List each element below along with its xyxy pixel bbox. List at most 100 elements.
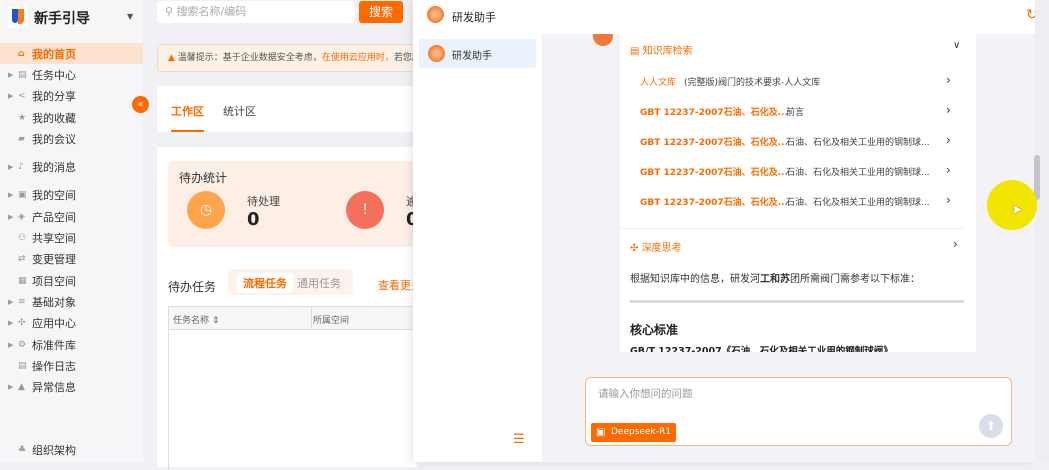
conversation-item[interactable]: 研发助手: [419, 39, 536, 68]
knowledge-search-header[interactable]: ▤ 知识库检索: [630, 42, 693, 57]
chevron-right-icon[interactable]: ›: [946, 133, 951, 147]
warning-icon: ▲: [168, 53, 175, 63]
sidebar-item-5[interactable]: ▰ 我的会议: [0, 128, 143, 149]
expand-icon[interactable]: ▶: [8, 71, 18, 79]
expand-icon[interactable]: ▶: [8, 319, 18, 327]
chat-input[interactable]: 请输入你想问的问题 Deepseek-R1 ⬆: [585, 377, 1012, 446]
star-icon: ★: [18, 112, 27, 123]
knowledge-reference[interactable]: 人人文库 (完整版)阀门的技术要求-人人文库 ›: [640, 73, 960, 91]
mouse-cursor-icon: ➤: [1011, 202, 1023, 218]
users-icon: ⚇: [18, 233, 27, 244]
log-icon: ▤: [18, 360, 27, 371]
video-icon: ▰: [18, 133, 25, 144]
sidebar-item-6[interactable]: ▶ ♪ 我的消息: [0, 156, 143, 177]
scrollbar[interactable]: [1034, 155, 1040, 200]
sidebar-item-8[interactable]: ▶ ◈ 产品空间: [0, 206, 143, 227]
sidebar-nav: ⌂ 我的首页 ▶ ▤ 任务中心 ▶ < 我的分享 ★ 我的收藏 ▰ 我的会议 ▶ ♪ 我的消息 ▶ ▣ 我的空间 ▶…: [0, 43, 143, 398]
bot-icon: [428, 45, 445, 62]
todo-stats: 待办统计 ◷ 待处理 0 ! 逾 0: [168, 161, 428, 247]
sort-icon[interactable]: ⇕: [212, 316, 220, 326]
task-type-switch: 流程任务 通用任务: [228, 269, 353, 295]
brand-title[interactable]: 新手引导: [34, 8, 90, 28]
column-task-name[interactable]: 任务名称 ⇕: [173, 313, 219, 326]
chevron-right-icon[interactable]: ›: [953, 237, 958, 251]
search-input[interactable]: ⚲ 搜索名称/编码: [157, 1, 355, 23]
sidebar: 新手引导 ▼ ⌂ 我的首页 ▶ ▤ 任务中心 ▶ < 我的分享 ★ 我的收藏 ▰ 我的会议 ▶ ♪ 我的消息…: [0, 0, 143, 462]
expand-icon[interactable]: ▶: [8, 341, 18, 349]
workspace-tabs: 工作区 统计区: [157, 86, 417, 132]
sidebar-item-4[interactable]: ★ 我的收藏: [0, 107, 143, 128]
tab-statistics[interactable]: 统计区: [223, 103, 256, 119]
project-icon: ▦: [18, 275, 27, 286]
answer-text: 根据知识库中的信息，研发河工和苏团所需阀门需参考以下标准：: [630, 274, 920, 285]
chevron-down-icon[interactable]: ▼: [127, 12, 133, 21]
sidebar-item-2[interactable]: ▶ ▤ 任务中心: [0, 64, 143, 85]
collapse-sidebar-button[interactable]: «: [132, 96, 149, 113]
chevron-right-icon[interactable]: ›: [946, 163, 951, 177]
answer-heading: 核心标准: [630, 323, 679, 337]
stats-title: 待办统计: [179, 171, 228, 185]
home-icon: ⌂: [18, 48, 25, 59]
chevron-right-icon[interactable]: ›: [946, 103, 951, 117]
knowledge-reference[interactable]: GBT 12237-2007石油、石化及... 石油、石化及相关工业用的钢制球..…: [640, 193, 960, 211]
sidebar-item-9[interactable]: ⚇ 共享空间: [0, 227, 143, 248]
page-edge: [1035, 0, 1049, 462]
layers-icon: ≋: [18, 296, 26, 307]
expand-icon[interactable]: ▶: [8, 163, 18, 171]
menu-icon[interactable]: ☰: [513, 432, 525, 447]
sidebar-item-16[interactable]: ▶ ▲ 异常信息: [0, 376, 143, 397]
tab-process-tasks[interactable]: 流程任务: [237, 273, 293, 293]
expand-icon[interactable]: ▶: [8, 191, 18, 199]
sidebar-item-11[interactable]: ▦ 项目空间: [0, 270, 143, 291]
expand-icon[interactable]: ▶: [8, 213, 18, 221]
table-header: 任务名称 ⇕ 所属空间: [168, 306, 428, 330]
sidebar-item-10[interactable]: ⇄ 变更管理: [0, 249, 143, 270]
notice-banner: ▲ 温馨提示：基于企业数据安全考虑，在使用云应用时，若您超过: [157, 44, 417, 72]
knowledge-reference[interactable]: GBT 12237-2007石油、石化及... 石油、石化及相关工业用的钢制球..…: [640, 163, 960, 181]
cube-icon: ◈: [18, 211, 25, 222]
pending-icon: ◷: [187, 191, 225, 229]
sidebar-item-12[interactable]: ▶ ≋ 基础对象: [0, 291, 143, 312]
search-button[interactable]: 搜索: [359, 1, 403, 23]
tab-workspace[interactable]: 工作区: [171, 103, 204, 132]
pending-label: 待处理: [247, 195, 280, 208]
table-body: [168, 330, 428, 470]
expand-icon[interactable]: ▶: [8, 298, 18, 306]
column-space: 所属空间: [313, 316, 350, 326]
work-area: 待办统计 ◷ 待处理 0 ! 逾 0 待办任务 流程任务 通用任务 查看更多 任…: [157, 147, 428, 470]
bot-icon: [427, 6, 444, 23]
conversation-list: 研发助手 ☰: [413, 34, 542, 462]
tab-general-tasks[interactable]: 通用任务: [297, 275, 341, 291]
sidebar-item-13[interactable]: ▶ ✣ 应用中心: [0, 313, 143, 334]
send-button[interactable]: ⬆: [979, 414, 1003, 438]
sidebar-item-14[interactable]: ▶ ⚙ 标准件库: [0, 334, 143, 355]
chevron-right-icon[interactable]: ›: [946, 193, 951, 207]
sidebar-item-7[interactable]: ▶ ▣ 我的空间: [0, 185, 143, 206]
gear-icon: ⚙: [18, 339, 27, 350]
expand-icon[interactable]: ▶: [8, 383, 18, 391]
warning-icon: ▲: [18, 382, 25, 393]
sidebar-item-org[interactable]: ♣ 组织架构: [0, 439, 143, 460]
chat-header: 研发助手 ↻: [413, 0, 1038, 34]
answer-card: ▤ 知识库检索 ∨ 人人文库 (完整版)阀门的技术要求-人人文库 › GBT 1223…: [620, 34, 976, 352]
assistant-panel: 研发助手 ↻ 研发助手 ☰ ▤ 知识库检索 ∨ 人人文库 (完整版)阀门的技术要求…: [413, 0, 1038, 462]
sidebar-item-3[interactable]: ▶ < 我的分享: [0, 86, 143, 107]
app-logo: [8, 6, 28, 28]
org-icon: ♣: [18, 444, 27, 455]
expand-icon[interactable]: ▶: [8, 92, 18, 100]
todo-title: 待办任务: [168, 280, 217, 294]
sidebar-item-1[interactable]: ⌂ 我的首页: [0, 43, 143, 65]
overdue-icon: !: [346, 191, 384, 229]
sidebar-item-15[interactable]: ▤ 操作日志: [0, 355, 143, 376]
knowledge-reference[interactable]: GBT 12237-2007石油、石化及... 石油、石化及相关工业用的钢制球..…: [640, 133, 960, 151]
knowledge-reference[interactable]: GBT 12237-2007石油、石化及... 前言 ›: [640, 103, 960, 121]
standard-text: GB/T 12237-2007《石油、石化及相关工业用的钢制球阀》: [630, 346, 893, 352]
model-selector[interactable]: Deepseek-R1: [591, 423, 676, 442]
bell-icon: ♪: [18, 162, 24, 173]
chevron-down-icon[interactable]: ∨: [953, 40, 960, 51]
space-icon: ▣: [18, 190, 27, 201]
deep-think-header[interactable]: ✣ 深度思考: [630, 239, 682, 254]
pending-value[interactable]: 0: [247, 209, 260, 230]
swap-icon: ⇄: [18, 254, 26, 265]
chevron-right-icon[interactable]: ›: [946, 73, 951, 87]
